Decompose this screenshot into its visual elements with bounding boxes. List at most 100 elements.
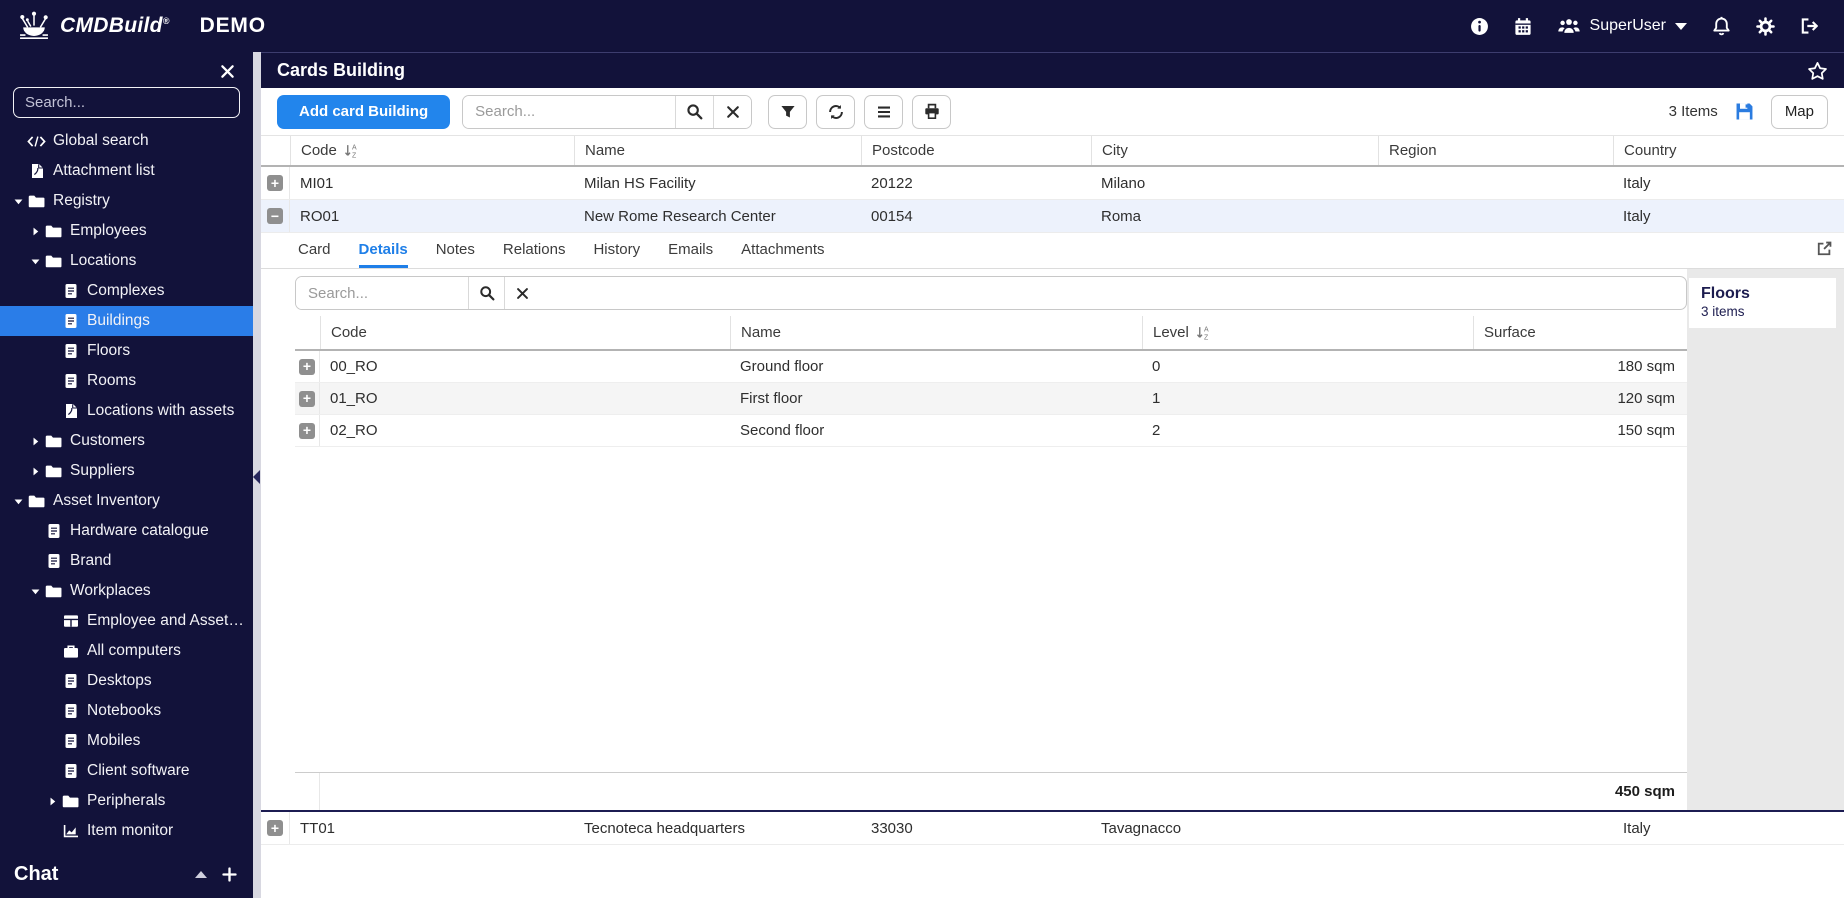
table-row-selected[interactable]: RO01 New Rome Research Center 00154 Roma… bbox=[261, 200, 1844, 233]
map-button[interactable]: Map bbox=[1770, 94, 1828, 129]
sidebar-splitter[interactable] bbox=[253, 52, 261, 898]
add-card-button[interactable]: Add card Building bbox=[277, 94, 451, 129]
column-header-postcode[interactable]: Postcode bbox=[861, 136, 1091, 165]
sidebar-item-notebooks[interactable]: Notebooks bbox=[0, 696, 253, 726]
chat-panel-header[interactable]: Chat bbox=[0, 854, 253, 898]
print-button[interactable] bbox=[912, 94, 952, 129]
collapse-row-button[interactable] bbox=[267, 208, 283, 224]
sidebar-item-item-monitor[interactable]: Item monitor bbox=[0, 816, 253, 846]
column-header-country[interactable]: Country bbox=[1613, 136, 1844, 165]
caret-down-icon[interactable] bbox=[30, 586, 44, 597]
sign-out-icon[interactable] bbox=[1800, 17, 1818, 35]
menu-button[interactable] bbox=[864, 94, 904, 129]
search-clear-button[interactable] bbox=[713, 95, 752, 128]
collapse-left-icon[interactable] bbox=[253, 470, 260, 484]
refresh-button[interactable] bbox=[816, 94, 856, 129]
sidebar-item-attachment-list[interactable]: Attachment list bbox=[0, 156, 253, 186]
tab-card[interactable]: Card bbox=[298, 241, 331, 268]
sidebar-item-asset-inventory[interactable]: Asset Inventory bbox=[0, 486, 253, 516]
sidebar-item-brand[interactable]: Brand bbox=[0, 546, 253, 576]
caret-right-icon[interactable] bbox=[47, 796, 61, 807]
detail-search-submit-button[interactable] bbox=[468, 277, 504, 309]
calendar-icon[interactable] bbox=[1514, 17, 1532, 36]
sidebar-item-workplaces[interactable]: Workplaces bbox=[0, 576, 253, 606]
detail-side-panel: Floors 3 items bbox=[1687, 269, 1844, 810]
sidebar-item-client-software[interactable]: Client software bbox=[0, 756, 253, 786]
filter-button[interactable] bbox=[768, 94, 808, 129]
side-card-count: 3 items bbox=[1701, 304, 1745, 319]
sidebar-item-locations[interactable]: Locations bbox=[0, 246, 253, 276]
expand-row-button[interactable] bbox=[267, 820, 283, 836]
cell-name: Tecnoteca headquarters bbox=[584, 819, 745, 837]
tab-attachments[interactable]: Attachments bbox=[741, 241, 824, 268]
column-header-name[interactable]: Name bbox=[574, 136, 861, 165]
tab-relations[interactable]: Relations bbox=[503, 241, 566, 268]
floors-summary-card[interactable]: Floors 3 items bbox=[1689, 278, 1836, 328]
expand-row-button[interactable] bbox=[267, 175, 283, 191]
detail-search-input[interactable] bbox=[296, 277, 468, 309]
sidebar-item-buildings[interactable]: Buildings bbox=[0, 306, 253, 336]
save-view-icon[interactable] bbox=[1735, 102, 1754, 121]
detail-column-header-code[interactable]: Code bbox=[320, 316, 730, 349]
detail-column-header-surface[interactable]: Surface bbox=[1473, 316, 1687, 349]
sidebar-item-hardware-catalogue[interactable]: Hardware catalogue bbox=[0, 516, 253, 546]
search-submit-button[interactable] bbox=[675, 95, 714, 128]
caret-right-icon[interactable] bbox=[30, 466, 44, 477]
table-row[interactable]: MI01 Milan HS Facility 20122 Milano Ital… bbox=[261, 167, 1844, 200]
sidebar-close-icon[interactable] bbox=[220, 64, 235, 79]
sidebar-item-complexes[interactable]: Complexes bbox=[0, 276, 253, 306]
caret-down-icon[interactable] bbox=[13, 496, 27, 507]
gear-icon[interactable] bbox=[1756, 17, 1775, 36]
detail-row[interactable]: 00_RO Ground floor 0 180 sqm bbox=[295, 351, 1687, 383]
column-header-region[interactable]: Region bbox=[1378, 136, 1613, 165]
document-icon bbox=[61, 733, 80, 750]
sidebar-item-floors[interactable]: Floors bbox=[0, 336, 253, 366]
open-external-icon[interactable] bbox=[1816, 240, 1833, 257]
caret-right-icon[interactable] bbox=[30, 436, 44, 447]
sidebar-item-suppliers[interactable]: Suppliers bbox=[0, 456, 253, 486]
tab-notes[interactable]: Notes bbox=[436, 241, 475, 268]
detail-row[interactable]: 02_RO Second floor 2 150 sqm bbox=[295, 415, 1687, 447]
sidebar-search-input[interactable] bbox=[13, 87, 240, 118]
collapse-up-icon[interactable] bbox=[195, 870, 207, 878]
info-icon[interactable] bbox=[1470, 17, 1489, 36]
brand-logo[interactable]: CMDBuild® bbox=[0, 10, 170, 43]
detail-column-header-level[interactable]: Level bbox=[1142, 316, 1473, 349]
tab-history[interactable]: History bbox=[593, 241, 640, 268]
caret-down-icon[interactable] bbox=[13, 196, 27, 207]
cell-country: Italy bbox=[1623, 174, 1651, 192]
document-icon bbox=[61, 763, 80, 780]
sidebar-item-global-search[interactable]: Global search bbox=[0, 126, 253, 156]
favorite-star-icon[interactable] bbox=[1807, 61, 1828, 81]
cell-name: Milan HS Facility bbox=[584, 174, 696, 192]
add-chat-icon[interactable] bbox=[222, 867, 237, 882]
column-header-city[interactable]: City bbox=[1091, 136, 1378, 165]
detail-row[interactable]: 01_RO First floor 1 120 sqm bbox=[295, 383, 1687, 415]
file-icon bbox=[61, 403, 80, 420]
expand-row-button[interactable] bbox=[299, 422, 315, 439]
caret-right-icon[interactable] bbox=[30, 226, 44, 237]
expand-row-button[interactable] bbox=[299, 358, 315, 375]
user-menu[interactable]: SuperUser bbox=[1557, 17, 1687, 35]
sidebar-item-desktops[interactable]: Desktops bbox=[0, 666, 253, 696]
tab-details[interactable]: Details bbox=[358, 241, 408, 268]
detail-search-clear-button[interactable] bbox=[504, 277, 540, 309]
folder-icon bbox=[44, 583, 63, 600]
tab-emails[interactable]: Emails bbox=[668, 241, 713, 268]
sidebar-item-rooms[interactable]: Rooms bbox=[0, 366, 253, 396]
detail-column-header-name[interactable]: Name bbox=[730, 316, 1142, 349]
sidebar-item-locations-with-assets[interactable]: Locations with assets bbox=[0, 396, 253, 426]
sidebar-item-employee-and-assets[interactable]: Employee and Assets i… bbox=[0, 606, 253, 636]
bell-icon[interactable] bbox=[1712, 16, 1731, 36]
sidebar-item-peripherals[interactable]: Peripherals bbox=[0, 786, 253, 816]
table-row[interactable]: TT01 Tecnoteca headquarters 33030 Tavagn… bbox=[261, 812, 1844, 845]
sidebar-item-registry[interactable]: Registry bbox=[0, 186, 253, 216]
column-header-code[interactable]: Code bbox=[290, 136, 574, 165]
sidebar-item-employees[interactable]: Employees bbox=[0, 216, 253, 246]
sidebar-item-mobiles[interactable]: Mobiles bbox=[0, 726, 253, 756]
grid-search-input[interactable] bbox=[463, 95, 676, 128]
sidebar-item-all-computers[interactable]: All computers bbox=[0, 636, 253, 666]
expand-row-button[interactable] bbox=[299, 390, 315, 407]
sidebar-item-customers[interactable]: Customers bbox=[0, 426, 253, 456]
caret-down-icon[interactable] bbox=[30, 256, 44, 267]
